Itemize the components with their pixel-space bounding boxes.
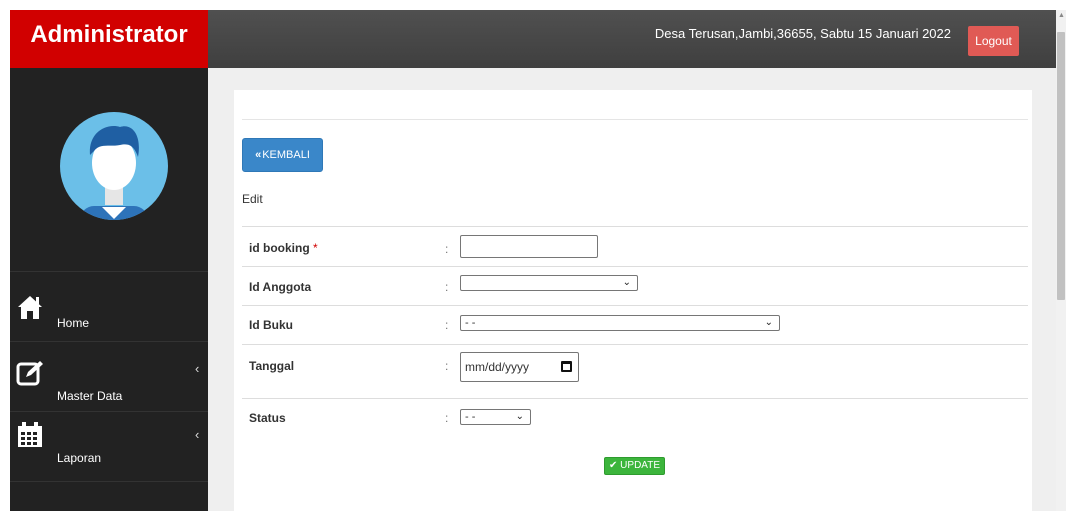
id-booking-label: id booking *	[249, 241, 318, 255]
id-anggota-label: Id Anggota	[249, 280, 312, 294]
colon: :	[445, 411, 449, 425]
chevron-down-icon: ⌄	[622, 277, 631, 288]
id-buku-select[interactable]: - - ⌄	[460, 315, 780, 331]
id-booking-input[interactable]	[460, 235, 598, 258]
sidebar-item-laporan[interactable]: Laporan ‹	[10, 413, 208, 481]
row-divider	[242, 305, 1028, 306]
id-booking-label-text: id booking	[249, 241, 310, 255]
id-buku-label: Id Buku	[249, 318, 293, 332]
check-icon: ✔	[609, 460, 618, 471]
double-chevron-left-icon: «	[255, 149, 262, 161]
edit-icon	[16, 359, 44, 387]
chevron-down-icon: ⌄	[515, 411, 524, 422]
nav-divider	[10, 271, 208, 272]
row-divider	[242, 344, 1028, 345]
scroll-up-icon[interactable]: ▲	[1058, 12, 1065, 19]
scrollbar-thumb[interactable]	[1057, 32, 1065, 300]
edit-form-panel: «KEMBALI Edit id booking * : Id Anggota …	[234, 90, 1032, 511]
sidebar-item-master-data[interactable]: Master Data ‹	[10, 343, 208, 411]
sidebar-item-home[interactable]: Home	[10, 273, 208, 341]
calendar-icon	[16, 421, 44, 449]
selected-value: - -	[465, 411, 476, 423]
back-button[interactable]: «KEMBALI	[242, 138, 323, 172]
sidebar-item-label: Home	[57, 316, 90, 330]
tanggal-date-input[interactable]: mm/dd/yyyy	[460, 352, 579, 382]
app-frame: Administrator Desa Terusan,Jambi,36655, …	[10, 10, 1056, 511]
vertical-scrollbar[interactable]: ▲	[1056, 10, 1066, 511]
nav-divider	[10, 341, 208, 342]
id-anggota-select[interactable]: ⌄	[460, 275, 638, 291]
logout-button[interactable]: Logout	[968, 26, 1019, 56]
chevron-left-icon: ‹	[195, 361, 200, 376]
avatar	[60, 101, 168, 231]
row-divider	[242, 266, 1028, 267]
divider	[242, 119, 1028, 120]
home-icon	[16, 293, 44, 321]
required-mark: *	[313, 241, 318, 255]
sidebar-item-label: Master Data	[57, 389, 123, 403]
nav-divider	[10, 411, 208, 412]
colon: :	[445, 359, 449, 373]
selected-value: - -	[465, 317, 476, 329]
location-date-info: Desa Terusan,Jambi,36655, Sabtu 15 Janua…	[654, 26, 951, 41]
back-button-label: KEMBALI	[262, 149, 310, 161]
calendar-picker-icon[interactable]	[561, 361, 572, 372]
nav-divider	[10, 481, 208, 482]
chevron-down-icon: ⌄	[764, 317, 773, 328]
colon: :	[445, 280, 449, 294]
update-button-label: UPDATE	[620, 460, 660, 471]
row-divider	[242, 226, 1028, 227]
app-title: Administrator	[10, 10, 208, 68]
top-bar: Desa Terusan,Jambi,36655, Sabtu 15 Janua…	[208, 10, 1056, 68]
status-select[interactable]: - - ⌄	[460, 409, 531, 425]
sidebar-item-label: Laporan	[57, 451, 102, 465]
update-button[interactable]: ✔ UPDATE	[604, 457, 665, 475]
status-label: Status	[249, 411, 286, 425]
colon: :	[445, 318, 449, 332]
row-divider	[242, 398, 1028, 399]
chevron-left-icon: ‹	[195, 427, 200, 442]
date-placeholder: mm/dd/yyyy	[465, 360, 530, 374]
tanggal-label: Tanggal	[249, 359, 295, 373]
colon: :	[445, 242, 449, 256]
sidebar: Home Master Data ‹ Laporan ‹	[10, 68, 208, 511]
section-title: Edit	[242, 192, 263, 206]
